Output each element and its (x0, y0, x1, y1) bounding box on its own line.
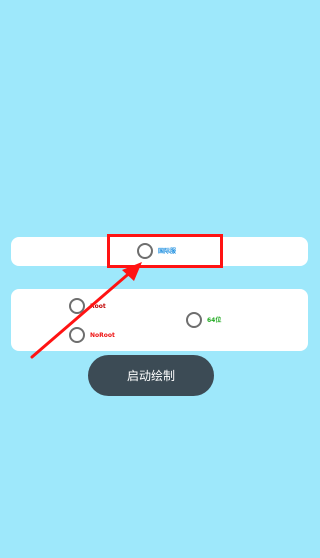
label-64bit: 64位 (207, 317, 222, 324)
radio-noroot[interactable] (69, 327, 85, 343)
highlight-box (107, 234, 223, 268)
label-root: Root (90, 303, 106, 310)
mode-option-card: Root NoRoot 64位 (11, 289, 308, 351)
radio-root[interactable] (69, 298, 85, 314)
start-drawing-button[interactable]: 启动绘制 (88, 355, 214, 396)
label-noroot: NoRoot (90, 332, 115, 339)
pointer-arrow-icon (30, 262, 142, 359)
radio-64bit[interactable] (186, 312, 202, 328)
